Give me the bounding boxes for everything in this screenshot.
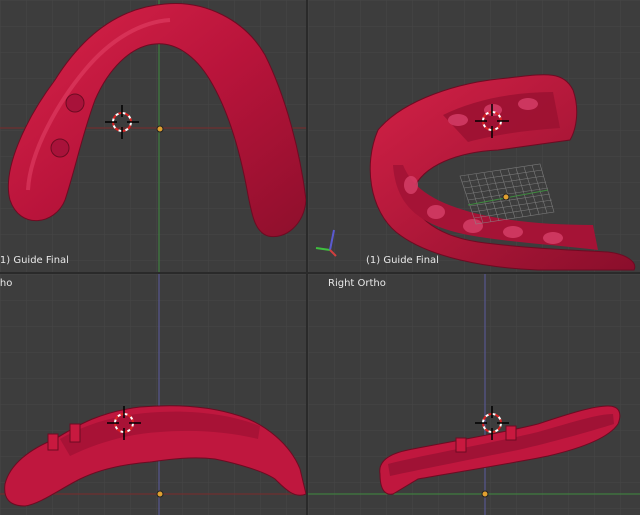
mesh-bump [47,433,59,451]
mesh-bump [455,437,467,453]
viewport-bottom-left[interactable]: tho [0,274,306,515]
object-origin-icon[interactable] [481,490,489,498]
mesh-bump [69,423,81,443]
object-origin-icon[interactable] [156,125,164,133]
viewport-label: Right Ortho [328,278,386,289]
viewport-bottom-right[interactable]: Right Ortho [308,274,640,515]
viewport-top-right[interactable]: (1) Guide Final [308,0,640,272]
mesh-bump [65,93,85,113]
viewport-top-left[interactable]: (1) Guide Final [0,0,306,272]
object-origin-icon[interactable] [502,193,510,201]
viewport-top-right-canvas[interactable] [308,0,640,272]
viewport-label: tho [0,278,13,289]
viewport-label: (1) Guide Final [0,255,69,266]
viewport-bottom-left-canvas[interactable] [0,274,306,515]
viewport-bottom-right-canvas[interactable] [308,274,640,515]
object-origin-icon[interactable] [156,490,164,498]
mesh-bump [505,425,517,441]
viewport-divider-vertical[interactable] [306,0,308,515]
grid-floor [308,274,640,515]
mesh-bump [50,138,70,158]
viewport-top-left-canvas[interactable] [0,0,306,272]
viewport-label: (1) Guide Final [366,255,439,266]
viewport-divider-horizontal[interactable] [0,272,640,274]
